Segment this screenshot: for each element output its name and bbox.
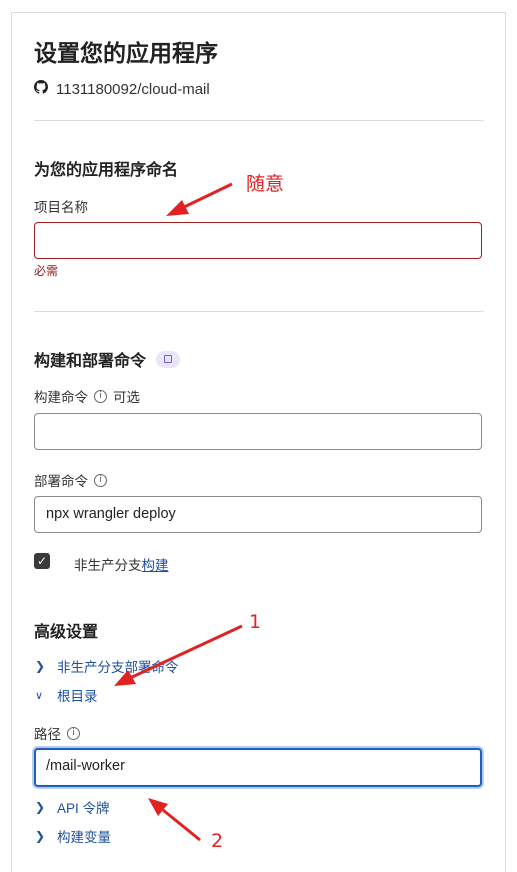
page-title: 设置您的应用程序 <box>34 40 218 66</box>
info-icon[interactable]: i <box>94 389 107 403</box>
path-label-text: 路径 <box>34 727 61 742</box>
naming-section-title: 为您的应用程序命名 <box>34 162 179 179</box>
non-production-checkbox[interactable]: ✓ <box>34 553 50 569</box>
annotation-note: 随意 <box>246 173 285 195</box>
github-icon <box>34 80 48 98</box>
expander-root-directory[interactable]: ∨ 根目录 <box>35 685 98 705</box>
info-icon[interactable]: i <box>67 726 80 740</box>
chevron-right-icon: ❯ <box>35 800 46 814</box>
deploy-command-input[interactable]: npx wrangler deploy <box>34 496 482 533</box>
build-section-title: 构建和部署命令 <box>34 353 147 370</box>
path-input[interactable]: /mail-worker <box>34 748 482 787</box>
repo-row: 1131180092/cloud-mail <box>34 80 210 98</box>
chevron-down-icon: ∨ <box>35 688 44 702</box>
expander-build-variables[interactable]: ❯ 构建变量 <box>35 826 111 846</box>
divider <box>34 120 484 121</box>
deploy-command-label: 部署命令 i <box>34 470 107 490</box>
project-name-label-text: 项目名称 <box>34 200 88 215</box>
chevron-right-icon: ❯ <box>35 829 46 843</box>
annotation-marker-1: 1 <box>249 611 262 633</box>
info-icon[interactable]: i <box>94 473 107 487</box>
project-name-label: 项目名称 <box>34 196 88 216</box>
optional-text: 可选 <box>113 390 140 405</box>
build-command-label: 构建命令 i 可选 <box>34 386 140 406</box>
expander-label: 非生产分支部署命令 <box>57 660 179 675</box>
expander-api-token[interactable]: ❯ API 令牌 <box>35 797 110 817</box>
build-section-header: 构建和部署命令 <box>34 347 181 371</box>
non-production-build-link[interactable]: 构建 <box>142 558 169 573</box>
advanced-section-title: 高级设置 <box>34 624 99 641</box>
required-message: 必需 <box>34 264 59 278</box>
non-production-label: 非生产分支构建 <box>74 554 169 574</box>
build-command-input[interactable] <box>34 413 482 450</box>
non-production-label-text: 非生产分支 <box>74 558 142 573</box>
docs-badge[interactable] <box>156 350 181 368</box>
annotation-marker-2: 2 <box>211 830 224 852</box>
build-command-label-text: 构建命令 <box>34 390 88 405</box>
expander-label: 根目录 <box>57 689 98 704</box>
repo-name: 1131180092/cloud-mail <box>56 80 210 98</box>
project-name-input[interactable] <box>34 222 482 259</box>
path-label: 路径 i <box>34 723 80 743</box>
divider <box>34 311 484 312</box>
deploy-command-label-text: 部署命令 <box>34 474 88 489</box>
expander-non-production-deploy[interactable]: ❯ 非生产分支部署命令 <box>35 656 179 676</box>
expander-label: 构建变量 <box>57 830 111 845</box>
book-icon <box>164 354 173 363</box>
chevron-right-icon: ❯ <box>35 659 46 673</box>
expander-label: API 令牌 <box>57 801 110 816</box>
